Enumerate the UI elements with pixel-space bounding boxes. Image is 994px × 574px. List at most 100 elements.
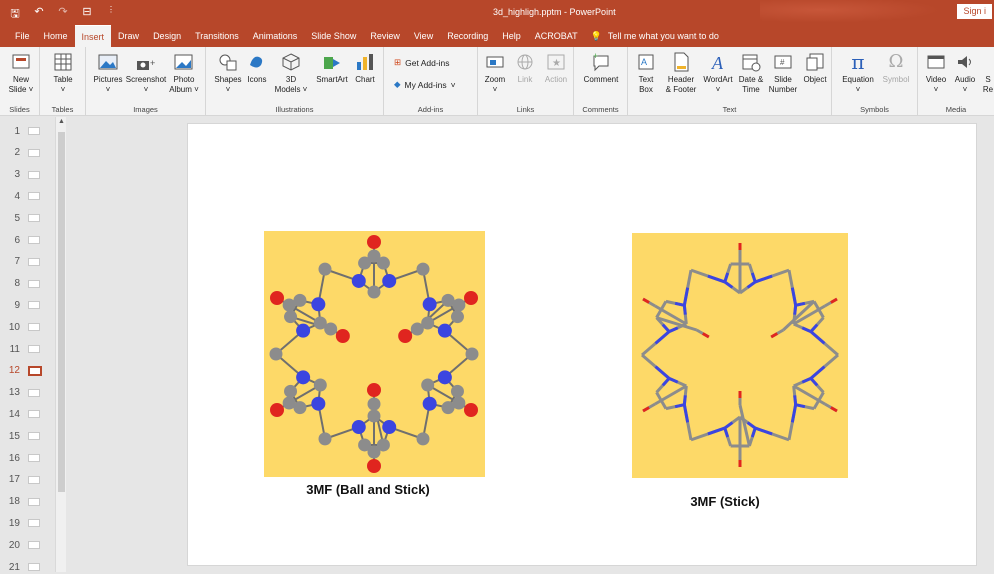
tab-review[interactable]: Review [363, 25, 407, 47]
nitrogen-bond [746, 421, 757, 430]
shapes-button[interactable]: Shapes ˅ [212, 51, 244, 95]
chevron-down-icon: ˅ [450, 79, 456, 90]
carbon-atom [416, 262, 430, 276]
slide-thumbnail-16[interactable]: 16 [4, 451, 40, 465]
wordart-button[interactable]: A WordArt ˅ [700, 51, 736, 95]
slide-preview [28, 301, 40, 310]
zoom-button[interactable]: Zoom ˅ [480, 51, 510, 95]
tab-acrobat[interactable]: ACROBAT [528, 25, 585, 47]
video-icon [924, 51, 948, 73]
3d-models-button[interactable]: 3D Models ˅ [272, 51, 310, 95]
my-addins-button[interactable]: ◆ My Add-ins ˅ [394, 79, 456, 90]
slide-thumbnail-5[interactable]: 5 [4, 211, 40, 225]
equation-button[interactable]: π Equation ˅ [838, 51, 878, 95]
link-button[interactable]: Link [510, 51, 540, 85]
slide-thumbnail-10[interactable]: 10 [4, 320, 40, 334]
nitrogen-bond [793, 395, 798, 405]
get-addins-button[interactable]: ⊞ Get Add-ins [394, 57, 450, 68]
slide-thumbnail-3[interactable]: 3 [4, 168, 40, 182]
tab-file[interactable]: File [8, 25, 37, 47]
symbol-button[interactable]: Ω Symbol [878, 51, 914, 85]
sign-in-button[interactable]: Sign i [957, 4, 992, 19]
tab-help[interactable]: Help [495, 25, 528, 47]
slide-canvas[interactable]: 3MF (Ball and Stick) 3MF (Stick) [187, 123, 977, 566]
customize-qat-icon[interactable]: ⋮ [104, 5, 118, 24]
slide-preview [28, 214, 40, 223]
slide-thumbnail-13[interactable]: 13 [4, 386, 40, 400]
oxygen-bond [642, 297, 650, 304]
chart-button[interactable]: Chart [352, 51, 378, 85]
tab-slide-show[interactable]: Slide Show [304, 25, 363, 47]
slide-thumbnail-6[interactable]: 6 [4, 233, 40, 247]
slide-thumbnail-7[interactable]: 7 [4, 255, 40, 269]
tab-transitions[interactable]: Transitions [188, 25, 246, 47]
tab-home[interactable]: Home [37, 25, 75, 47]
photo-album-button[interactable]: Photo Album ˅ [166, 51, 202, 95]
text-box-button[interactable]: A Text Box [632, 51, 660, 95]
tab-insert[interactable]: Insert [74, 25, 112, 47]
video-button[interactable]: Video ˅ [922, 51, 950, 95]
slide-preview [28, 148, 40, 157]
start-from-beginning-icon[interactable]: ⊟ [80, 5, 94, 24]
lightbulb-icon: 💡 [590, 30, 602, 41]
left-caption[interactable]: 3MF (Ball and Stick) [264, 482, 472, 497]
slide-thumbnail-1[interactable]: 1 [4, 124, 40, 138]
pictures-button[interactable]: Pictures ˅ [90, 51, 126, 95]
new-slide-button[interactable]: New Slide ˅ [6, 51, 36, 95]
slide-thumbnail-12[interactable]: 12 [4, 364, 42, 378]
pi-icon: π [851, 50, 865, 74]
slide-thumbnail-4[interactable]: 4 [4, 189, 40, 203]
save-icon[interactable]: 🖫 [8, 5, 22, 24]
my-addins-label: My Add-ins [404, 79, 447, 90]
slide-thumbnail-18[interactable]: 18 [4, 495, 40, 509]
icons-button[interactable]: Icons [244, 51, 270, 85]
nitrogen-bond [682, 305, 687, 315]
slide-thumbnail-15[interactable]: 15 [4, 429, 40, 443]
tab-recording[interactable]: Recording [440, 25, 495, 47]
slide-number: 3 [14, 169, 20, 181]
screen-recording-button[interactable]: S Re [982, 51, 994, 95]
slide-thumbnail-8[interactable]: 8 [4, 277, 40, 291]
action-button[interactable]: ★ Action [540, 51, 572, 85]
header-footer-button[interactable]: Header & Footer [662, 51, 700, 95]
object-button[interactable]: Object [800, 51, 830, 85]
slide-thumbnail-14[interactable]: 14 [4, 407, 40, 421]
tab-view[interactable]: View [407, 25, 440, 47]
table-button[interactable]: Table ˅ [48, 51, 78, 95]
stick-image[interactable] [632, 233, 848, 478]
tell-me-box[interactable]: 💡 Tell me what you want to do [591, 31, 719, 42]
right-caption[interactable]: 3MF (Stick) [632, 494, 818, 509]
speaker-icon [953, 51, 977, 73]
smartart-button[interactable]: SmartArt [312, 51, 352, 85]
slide-thumbnail-11[interactable]: 11 [4, 342, 40, 356]
slide-thumbnail-9[interactable]: 9 [4, 298, 40, 312]
scroll-up-icon[interactable]: ▲ [57, 118, 66, 128]
slide-thumbnail-19[interactable]: 19 [4, 516, 40, 530]
audio-button[interactable]: Audio ˅ [950, 51, 980, 95]
tab-design[interactable]: Design [146, 25, 188, 47]
screen-recording-label-1: S [985, 75, 991, 84]
thumbnail-scrollbar[interactable]: ▲ [55, 117, 66, 572]
get-addins-label: Get Add-ins [405, 57, 450, 68]
redo-icon[interactable]: ↷ [56, 5, 70, 24]
comment-icon: + [589, 51, 613, 73]
wordart-label-2: ˅ [715, 85, 721, 94]
scrollbar-handle[interactable] [58, 132, 65, 492]
group-tables: Table ˅ Tables [40, 47, 86, 116]
slide-number-button[interactable]: # Slide Number [766, 51, 800, 95]
tab-draw[interactable]: Draw [111, 25, 146, 47]
tab-animations[interactable]: Animations [246, 25, 305, 47]
ball-and-stick-image[interactable] [264, 231, 485, 477]
slide-thumbnail-2[interactable]: 2 [4, 146, 40, 160]
screenshot-button[interactable]: + Screenshot ˅ [124, 51, 168, 95]
slide-thumbnail-17[interactable]: 17 [4, 473, 40, 487]
date-time-button[interactable]: Date & Time [736, 51, 766, 95]
slide-number: 12 [8, 365, 20, 377]
slide-number: 4 [14, 190, 20, 202]
undo-icon[interactable]: ↶ [32, 5, 46, 24]
comment-button[interactable]: + Comment [578, 51, 624, 85]
slide-thumbnail-20[interactable]: 20 [4, 538, 40, 552]
link-label-1: Link [517, 75, 533, 84]
nitrogen-atom [351, 420, 366, 435]
group-illustrations: Shapes ˅ Icons 3D Models ˅ SmartArt Char… [206, 47, 384, 116]
